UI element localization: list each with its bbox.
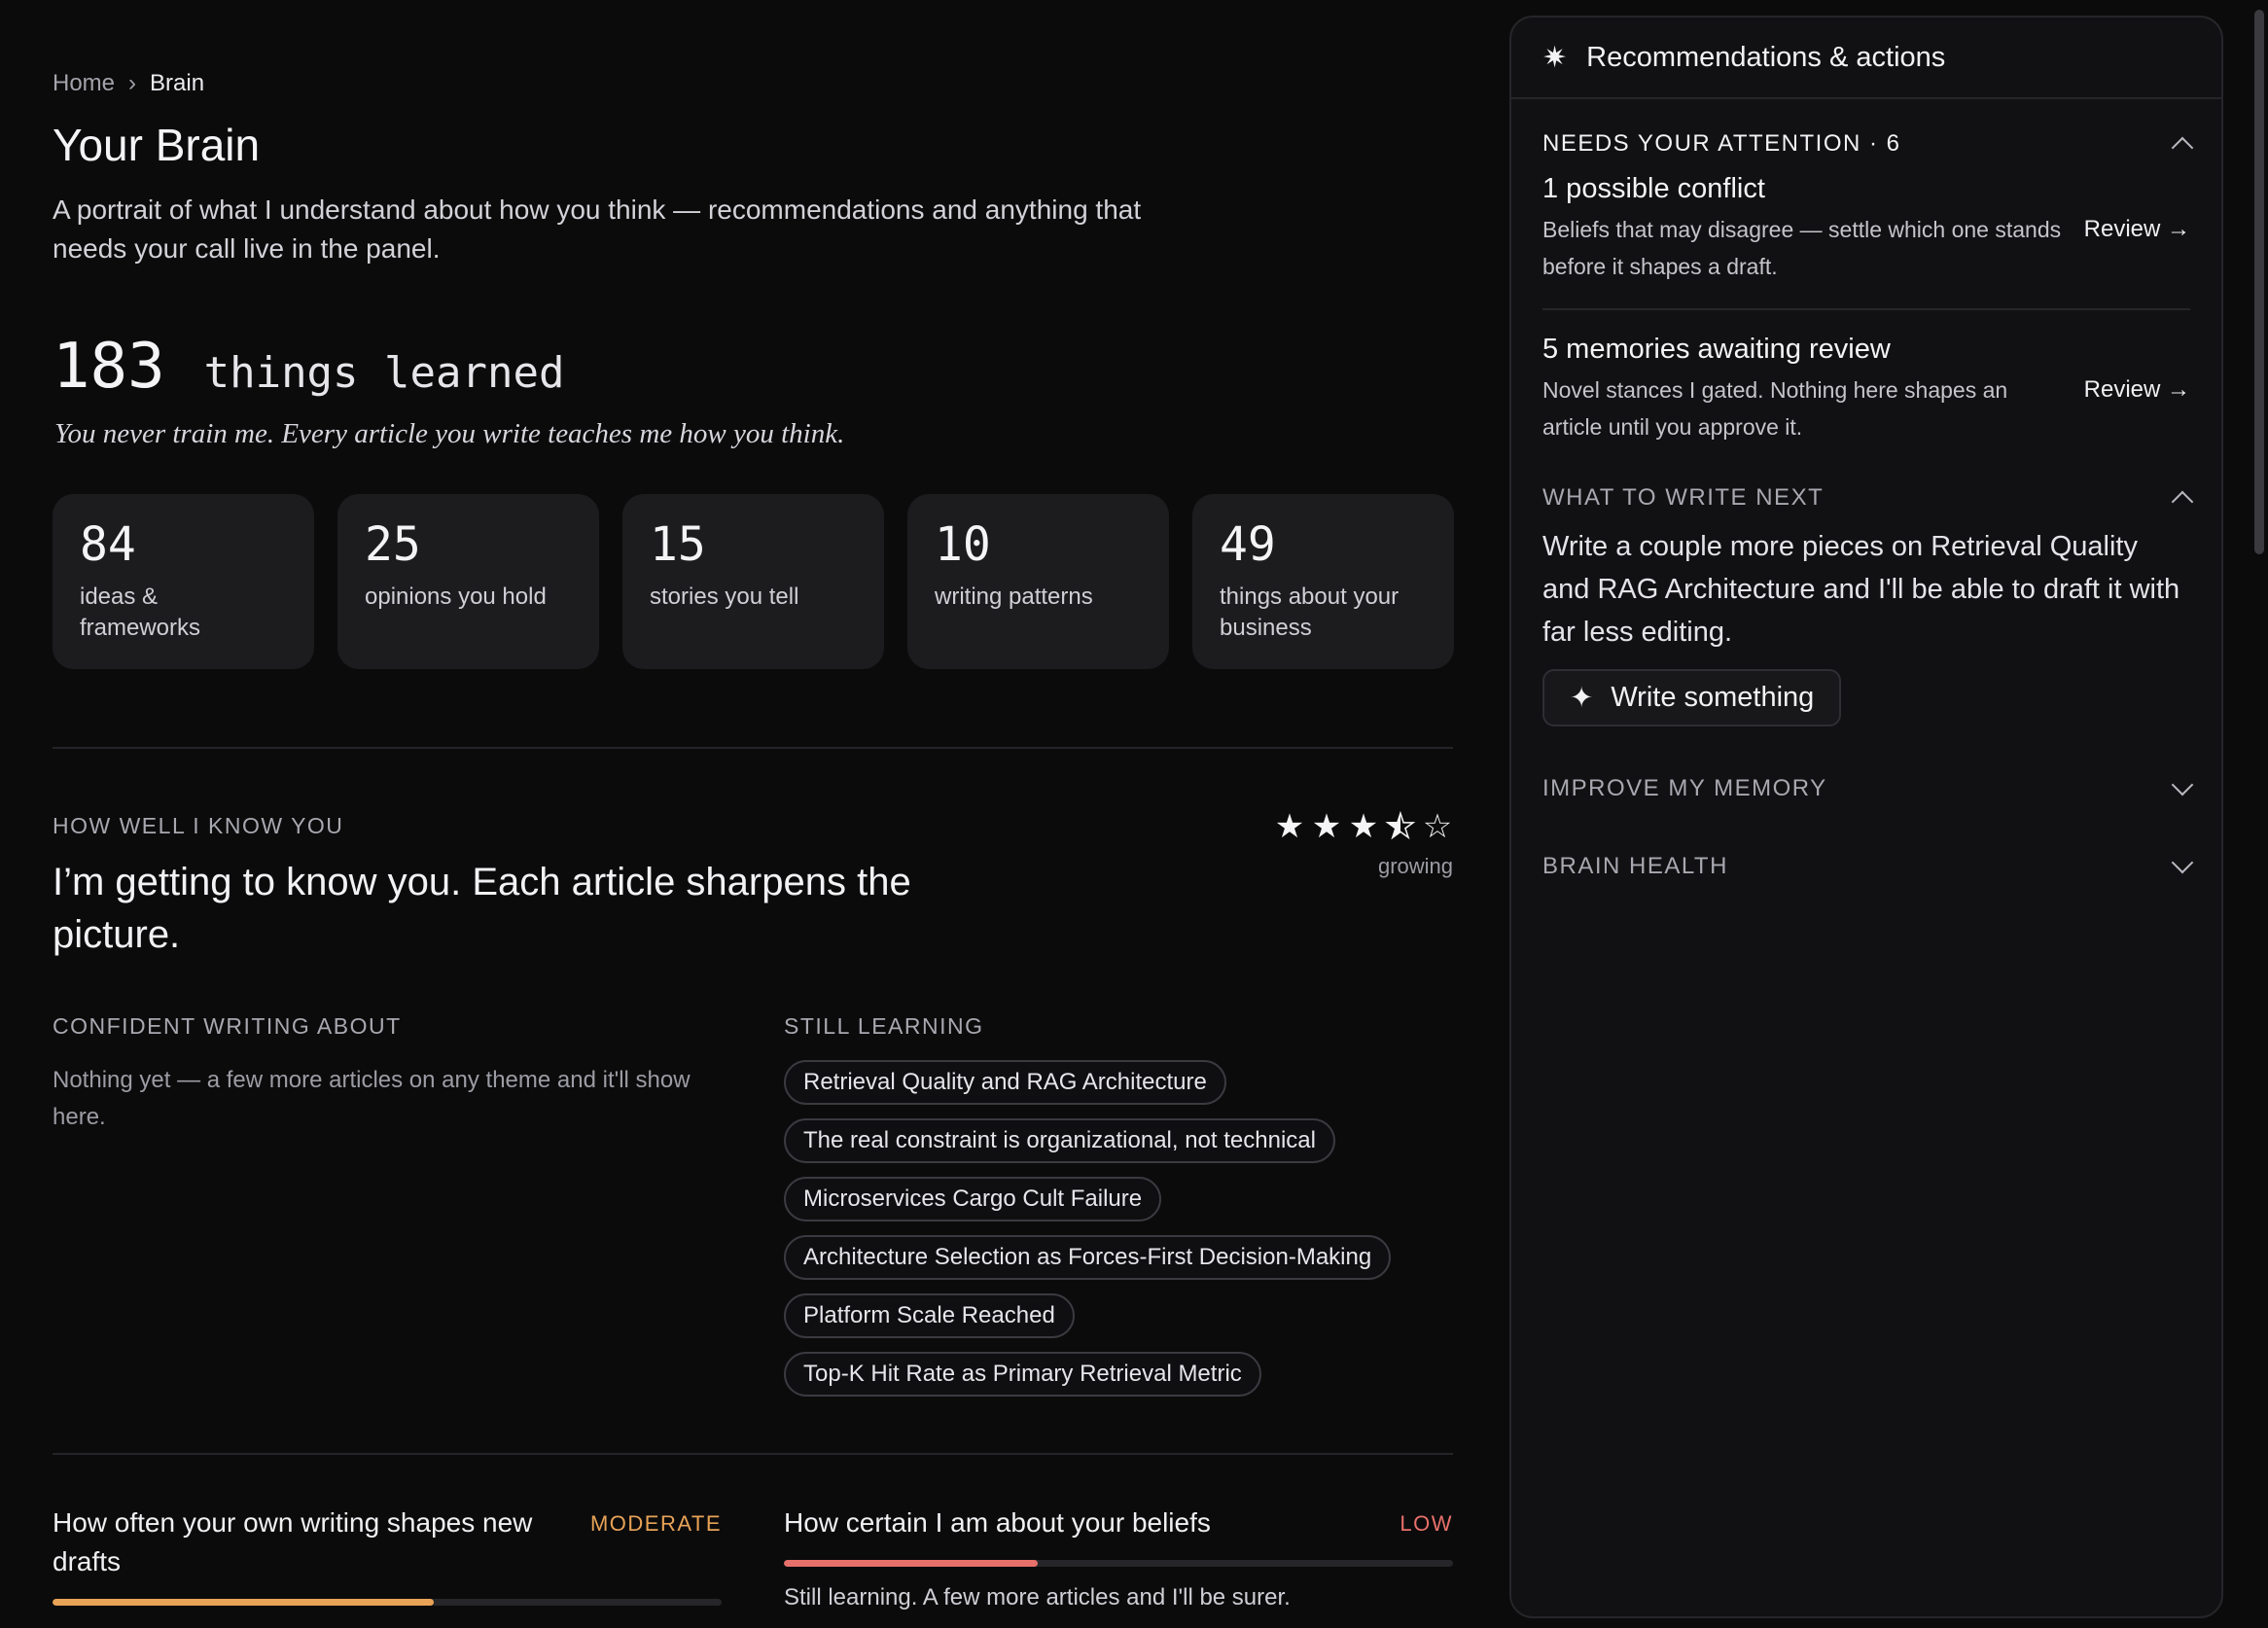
topic-chip[interactable]: Microservices Cargo Cult Failure xyxy=(784,1177,1162,1221)
stats-row: 84 ideas & frameworks 25 opinions you ho… xyxy=(53,494,1454,669)
panel-title: Recommendations & actions xyxy=(1586,41,1946,73)
breadcrumb-separator: › xyxy=(128,70,137,96)
write-next-text: Write a couple more pieces on Retrieval … xyxy=(1542,531,2180,648)
topic-chip[interactable]: Architecture Selection as Forces-First D… xyxy=(784,1235,1392,1280)
scrollbar[interactable] xyxy=(2254,10,2264,554)
stat-value: 84 xyxy=(80,517,136,572)
topic-chip[interactable]: Retrieval Quality and RAG Architecture xyxy=(784,1060,1226,1105)
attention-item-title: 5 memories awaiting review xyxy=(1542,334,1891,365)
belief-certainty-meter: How certain I am about your beliefs LOW … xyxy=(784,1504,1453,1611)
star-empty-icon: ☆ xyxy=(1422,808,1453,845)
breadcrumb-current: Brain xyxy=(150,70,205,96)
stat-card-opinions[interactable]: 25 opinions you hold xyxy=(337,494,599,669)
things-learned-label: things learned xyxy=(203,348,565,398)
topic-chip[interactable]: Platform Scale Reached xyxy=(784,1293,1075,1338)
stat-label: opinions you hold xyxy=(365,584,547,610)
topic-chip[interactable]: The real constraint is organizational, n… xyxy=(784,1118,1335,1163)
meter-fill xyxy=(784,1560,1039,1567)
writing-influence-meter: How often your own writing shapes new dr… xyxy=(53,1504,722,1606)
stat-card-stories[interactable]: 15 stories you tell xyxy=(622,494,884,669)
attention-item-title: 1 possible conflict xyxy=(1542,173,1765,204)
chevron-down-icon xyxy=(2171,851,2194,874)
stat-label: ideas & frameworks xyxy=(80,584,201,641)
improve-memory-group-header[interactable]: IMPROVE MY MEMORY xyxy=(1542,773,2194,802)
recommendations-panel: ✷ Recommendations & actions NEEDS YOUR A… xyxy=(1509,16,2223,1618)
write-next-group-header[interactable]: WHAT TO WRITE NEXT xyxy=(1542,484,2194,513)
things-learned-count: 183 xyxy=(53,331,165,403)
star-full-icon: ★ xyxy=(1311,808,1342,845)
page-subtitle: A portrait of what I understand about ho… xyxy=(53,195,1142,264)
page-title: Your Brain xyxy=(53,120,261,170)
write-next-label: WHAT TO WRITE NEXT xyxy=(1542,484,1825,511)
write-something-button[interactable]: ✦ Write something xyxy=(1542,669,1842,726)
stat-card-ideas[interactable]: 84 ideas & frameworks xyxy=(53,494,314,669)
stat-value: 49 xyxy=(1220,517,1276,572)
section-divider xyxy=(53,1453,1453,1455)
review-memories-button[interactable]: Review → xyxy=(2084,376,2190,404)
stat-value: 25 xyxy=(365,517,421,572)
meter-question: How often your own writing shapes new dr… xyxy=(53,1507,533,1576)
improve-memory-label: IMPROVE MY MEMORY xyxy=(1542,775,1827,801)
knowledge-rating: ★ ★ ★ ★ ☆ xyxy=(1274,807,1453,846)
stat-card-patterns[interactable]: 10 writing patterns xyxy=(907,494,1169,669)
meter-fill xyxy=(53,1599,435,1606)
section-divider xyxy=(53,747,1453,749)
breadcrumb: Home › Brain xyxy=(53,70,204,97)
panel-header: ✷ Recommendations & actions xyxy=(1511,18,2221,99)
meter-level-badge: LOW xyxy=(1400,1511,1453,1536)
attention-group-header[interactable]: NEEDS YOUR ATTENTION · 6 xyxy=(1542,130,2194,159)
still-learning-label: STILL LEARNING xyxy=(784,1013,984,1039)
topic-chip[interactable]: Top-K Hit Rate as Primary Retrieval Metr… xyxy=(784,1352,1261,1397)
breadcrumb-home[interactable]: Home xyxy=(53,70,115,97)
meter-note: Still learning. A few more articles and … xyxy=(784,1584,1291,1610)
chevron-up-icon xyxy=(2171,136,2194,159)
stat-label: writing patterns xyxy=(935,584,1093,610)
meter-track xyxy=(53,1599,722,1606)
attention-label: NEEDS YOUR ATTENTION · 6 xyxy=(1542,130,1901,157)
meter-level-badge: MODERATE xyxy=(589,1511,722,1536)
tagline-quote: You never train me. Every article you wr… xyxy=(54,418,845,449)
stat-card-business[interactable]: 49 things about your business xyxy=(1192,494,1454,669)
chevron-down-icon xyxy=(2171,773,2194,796)
stat-label: stories you tell xyxy=(650,584,799,610)
star-full-icon: ★ xyxy=(1348,808,1379,845)
stat-value: 10 xyxy=(935,517,991,572)
stat-label: things about your business xyxy=(1220,584,1400,641)
brain-health-label: BRAIN HEALTH xyxy=(1542,853,1728,879)
confident-label: CONFIDENT WRITING ABOUT xyxy=(53,1013,402,1039)
know-headline: I’m getting to know you. Each article sh… xyxy=(53,861,911,956)
sparkle-icon: ✷ xyxy=(1542,41,1568,74)
confident-empty-text: Nothing yet — a few more articles on any… xyxy=(53,1067,691,1130)
rating-label: growing xyxy=(1377,854,1453,878)
know-section-label: HOW WELL I KNOW YOU xyxy=(53,813,344,838)
attention-item-conflict: 1 possible conflict Beliefs that may dis… xyxy=(1542,173,2190,285)
meter-question: How certain I am about your beliefs xyxy=(784,1507,1211,1538)
things-learned: 183 things learned xyxy=(53,331,564,403)
attention-item-memories: 5 memories awaiting review Novel stances… xyxy=(1542,334,2190,445)
write-something-label: Write something xyxy=(1611,682,1815,713)
stat-value: 15 xyxy=(650,517,706,572)
item-divider xyxy=(1542,308,2190,310)
attention-item-desc: Beliefs that may disagree — settle which… xyxy=(1542,217,2062,279)
attention-item-desc: Novel stances I gated. Nothing here shap… xyxy=(1542,377,2008,440)
sparkle-icon: ✦ xyxy=(1570,683,1594,714)
still-learning-topics: Retrieval Quality and RAG Architecture T… xyxy=(784,1060,1392,1397)
meter-track xyxy=(784,1560,1453,1567)
star-half-icon: ★ xyxy=(1385,807,1416,846)
chevron-up-icon xyxy=(2171,490,2194,513)
review-conflict-button[interactable]: Review → xyxy=(2084,216,2190,243)
brain-health-group-header[interactable]: BRAIN HEALTH xyxy=(1542,851,2194,880)
star-full-icon: ★ xyxy=(1274,808,1305,845)
